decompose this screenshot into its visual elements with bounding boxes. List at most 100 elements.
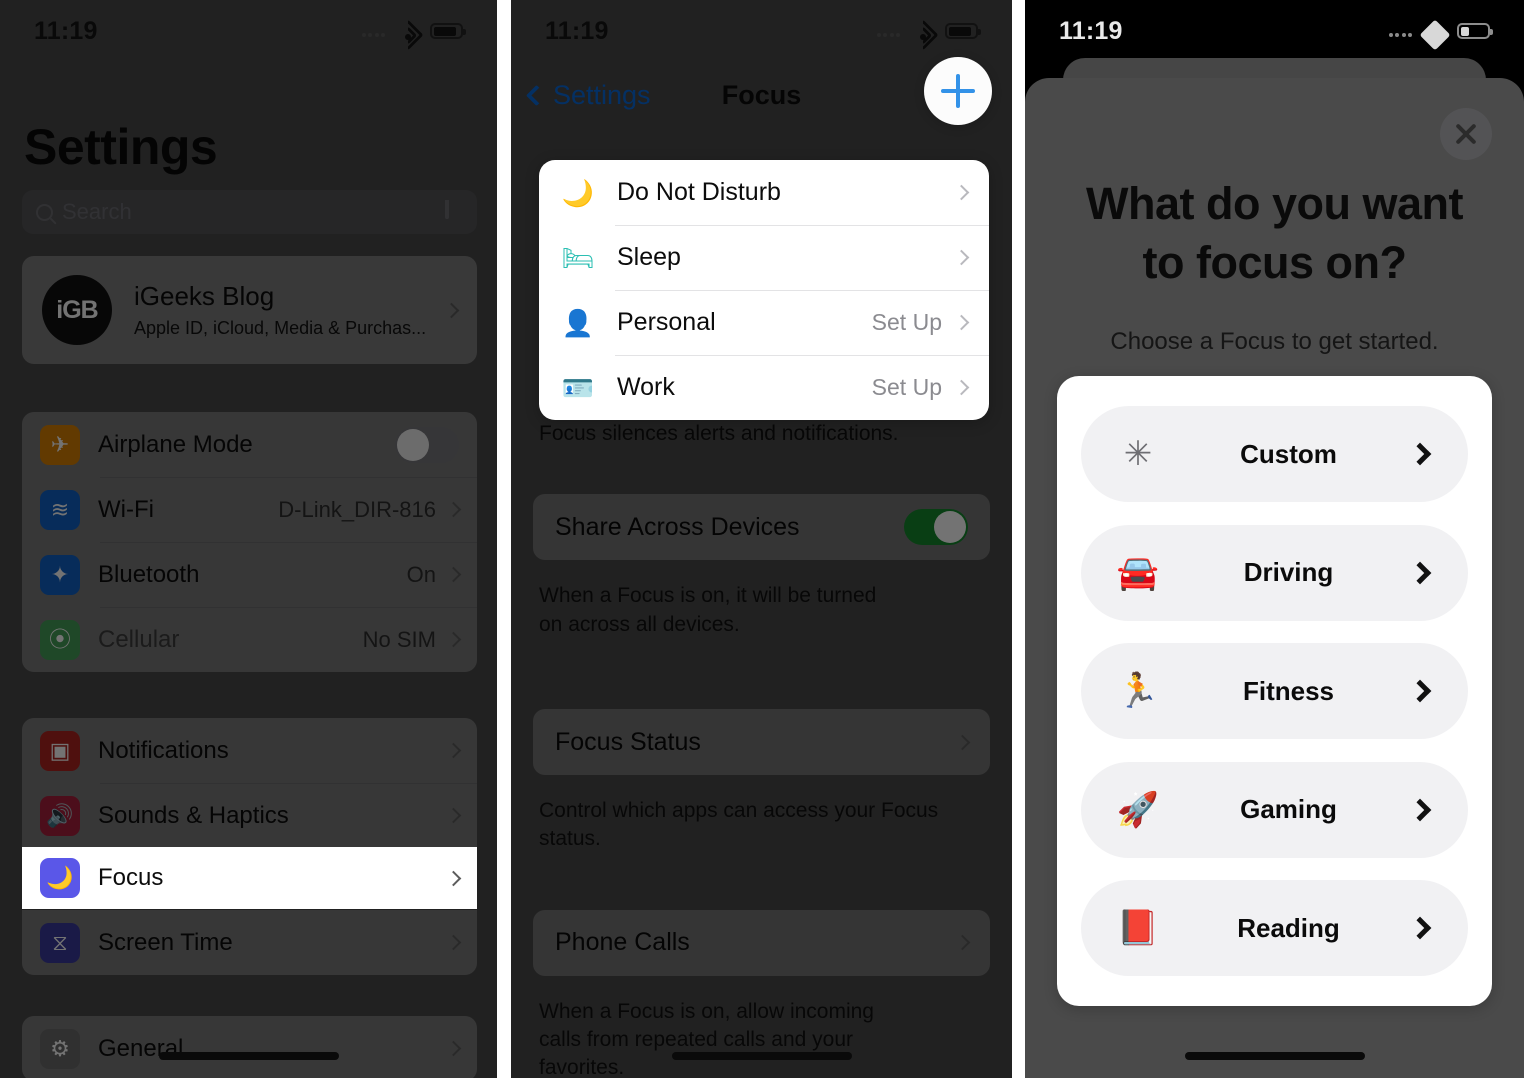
bed-icon: 🛏 [561, 242, 595, 273]
panel-focus-picker: 11:19 What do you want to focus on? Choo… [1025, 0, 1524, 1078]
chevron-right-icon [1408, 916, 1432, 940]
settings-row-focus[interactable]: 🌙 Focus [22, 847, 477, 909]
status-bar: 11:19 [511, 0, 1012, 62]
chevron-right-icon [443, 302, 460, 318]
focus-row-work[interactable]: 🪪 Work Set Up [539, 355, 989, 420]
wifi-icon [1418, 19, 1451, 51]
moon-icon: 🌙 [40, 858, 80, 898]
focus-status-note: Control which apps can access your Focus… [539, 799, 939, 851]
panel-settings: 11:19 Settings Search iGB iGeeks Blog Ap… [0, 0, 497, 1078]
settings-row-sounds-haptics[interactable]: 🔊 Sounds & Haptics [22, 783, 477, 848]
chevron-right-icon [954, 734, 971, 750]
focus-status-label: Focus Status [555, 727, 701, 756]
focus-row-label: Personal [617, 308, 716, 336]
chevron-right-icon [1408, 561, 1432, 584]
notifications-icon: ▣ [40, 730, 80, 771]
chevron-right-icon [1408, 442, 1432, 466]
settings-row-airplane-mode[interactable]: ✈ Airplane Mode [22, 412, 477, 477]
settings-row-wifi[interactable]: ≋ Wi-Fi D-Link_DIR-816 [22, 477, 477, 542]
share-across-devices-note: When a Focus is on, it will be turned on… [539, 584, 877, 636]
settings-row-label: Bluetooth [98, 560, 200, 588]
focus-choice-label: Driving [1243, 557, 1334, 587]
focus-list-note: Focus silences alerts and notifications. [539, 422, 899, 445]
focus-choice-label: Reading [1237, 912, 1340, 943]
focus-list-card: 🌙 Do Not Disturb 🛏 Sleep 👤 Personal Set … [539, 160, 989, 420]
battery-icon [430, 23, 466, 39]
sparkle-wand-icon: ✳ [1123, 435, 1153, 473]
add-focus-button[interactable] [924, 57, 992, 125]
status-time: 11:19 [545, 16, 609, 45]
status-indicators [876, 19, 981, 51]
status-indicators [1388, 19, 1493, 51]
share-across-devices-row[interactable]: Share Across Devices [533, 494, 990, 561]
chevron-right-icon [445, 566, 462, 583]
home-indicator[interactable] [671, 1052, 852, 1060]
focus-picker-sheet: What do you want to focus on? Choose a F… [1025, 78, 1524, 1078]
settings-row-screen-time[interactable]: ⧖ Screen Time [22, 910, 477, 975]
phone-calls-note: When a Focus is on, allow incoming calls… [539, 999, 874, 1078]
settings-row-general[interactable]: ⚙ General [22, 1016, 477, 1078]
focus-settings-body: Focus silences alerts and notifications.… [511, 420, 1012, 1078]
apple-id-row[interactable]: iGB iGeeks Blog Apple ID, iCloud, Media … [22, 256, 477, 364]
settings-row-notifications[interactable]: ▣ Notifications [22, 718, 477, 783]
focus-choice-fitness[interactable]: 🏃 Fitness [1081, 643, 1468, 739]
settings-row-cellular[interactable]: ⦿ Cellular No SIM [22, 607, 477, 672]
phone-calls-row[interactable]: Phone Calls [533, 909, 990, 976]
home-indicator[interactable] [1184, 1052, 1365, 1060]
airplane-mode-toggle[interactable] [395, 426, 459, 463]
status-indicators [361, 19, 466, 51]
running-person-icon: 🏃 [1116, 672, 1160, 710]
wifi-icon [906, 19, 939, 51]
focus-row-label: Do Not Disturb [617, 178, 781, 206]
account-subtitle: Apple ID, iCloud, Media & Purchas... [134, 318, 427, 338]
focus-row-value: Set Up [871, 374, 942, 400]
search-placeholder: Search [62, 199, 132, 224]
focus-choice-gaming[interactable]: 🚀 Gaming [1081, 761, 1468, 858]
focus-row-sleep[interactable]: 🛏 Sleep [539, 225, 989, 290]
page-title: Settings [24, 119, 218, 175]
avatar: iGB [42, 275, 112, 345]
hourglass-icon: ⧖ [40, 922, 80, 963]
settings-row-label: Airplane Mode [98, 430, 253, 458]
focus-row-label: Sleep [617, 243, 681, 271]
chevron-right-icon [445, 807, 462, 824]
chevron-right-icon [1408, 679, 1432, 703]
chevron-right-icon [445, 631, 462, 648]
focus-row-value: Set Up [871, 309, 942, 335]
microphone-icon[interactable] [445, 200, 459, 224]
home-indicator[interactable] [158, 1052, 339, 1060]
cellular-icon: ⦿ [40, 619, 80, 660]
chevron-right-icon [953, 379, 970, 396]
share-across-devices-toggle[interactable] [904, 509, 968, 546]
battery-icon [1457, 23, 1493, 39]
gear-icon: ⚙ [40, 1028, 80, 1069]
focus-status-row[interactable]: Focus Status [533, 709, 990, 776]
focus-choice-custom[interactable]: ✳ Custom [1081, 406, 1468, 502]
settings-row-label: Sounds & Haptics [98, 801, 289, 829]
airplane-icon: ✈ [40, 424, 80, 465]
back-button[interactable]: Settings [525, 80, 651, 111]
focus-choice-driving[interactable]: 🚘 Driving [1081, 524, 1468, 621]
share-across-devices-label: Share Across Devices [555, 512, 800, 541]
wifi-icon [391, 19, 424, 51]
status-time: 11:19 [1059, 16, 1123, 45]
chevron-right-icon [953, 314, 970, 331]
settings-row-bluetooth[interactable]: ✦ Bluetooth On [22, 542, 477, 607]
focus-choice-reading[interactable]: 📕 Reading [1081, 880, 1468, 976]
battery-icon [945, 23, 981, 39]
focus-row-personal[interactable]: 👤 Personal Set Up [539, 290, 989, 355]
focus-row-do-not-disturb[interactable]: 🌙 Do Not Disturb [539, 160, 989, 225]
settings-row-label: Cellular [98, 625, 180, 653]
focus-choice-label: Custom [1240, 438, 1337, 469]
chevron-right-icon [1408, 798, 1432, 821]
chevron-right-icon [445, 742, 462, 759]
account-text: iGeeks Blog Apple ID, iCloud, Media & Pu… [134, 281, 446, 339]
settings-row-label: Focus [98, 864, 164, 891]
close-button[interactable] [1440, 108, 1492, 160]
cellular-signal-icon [1388, 25, 1412, 37]
search-input[interactable]: Search [22, 190, 477, 234]
chevron-right-icon [445, 870, 462, 886]
status-time: 11:19 [34, 16, 98, 45]
chevron-right-icon [953, 249, 970, 266]
car-icon: 🚘 [1116, 553, 1160, 592]
